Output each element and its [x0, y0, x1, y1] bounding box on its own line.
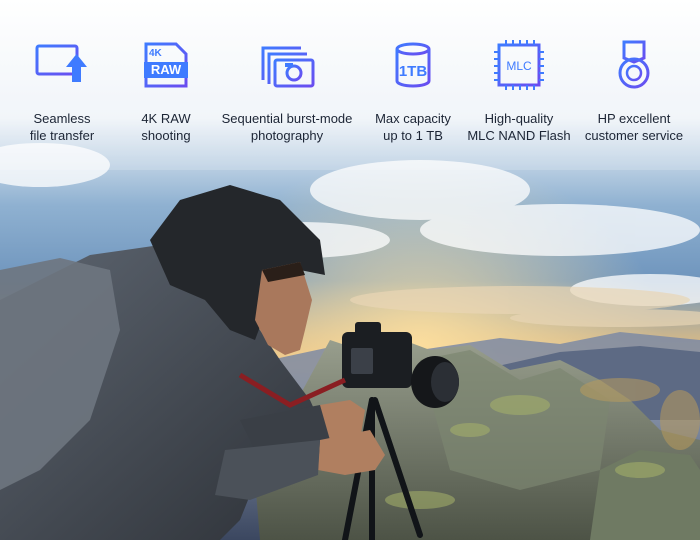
badge-mlc: MLC	[506, 59, 532, 73]
sd-card-4k-raw-icon: 4K RAW	[136, 40, 196, 96]
medal-icon	[604, 40, 664, 96]
badge-1tb: 1TB	[399, 63, 428, 80]
feature-label: Max capacity up to 1 TB	[375, 111, 451, 143]
mlc-chip-icon: MLC	[489, 40, 549, 96]
database-1tb-icon: 1TB	[383, 40, 443, 96]
feature-label: 4K RAW shooting	[141, 111, 191, 143]
feature-label: HP excellent customer service	[584, 111, 684, 143]
feature-label: Seamless file transfer	[29, 111, 95, 143]
feature-customer-service: HP excellent customer service	[559, 40, 700, 144]
feature-label: Sequential burst-mode photography	[221, 111, 353, 143]
badge-4k: 4K	[149, 48, 163, 59]
burst-photo-icon	[257, 40, 317, 96]
monitor-upload-icon	[32, 40, 92, 96]
feature-row: Seamless file transfer 4K RAW 4K RAW shoot…	[0, 40, 700, 150]
feature-label: High-quality MLC NAND Flash	[467, 111, 571, 143]
badge-raw: RAW	[151, 62, 182, 77]
